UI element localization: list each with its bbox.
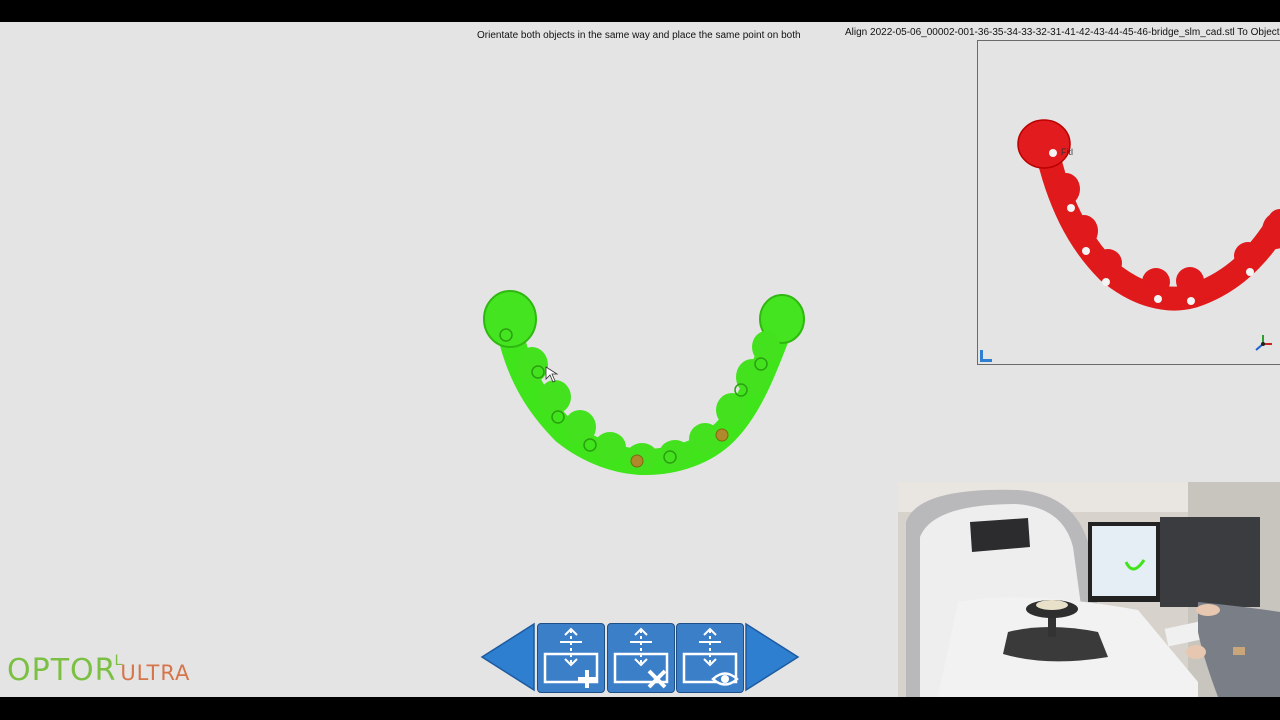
scanner-photo <box>898 482 1280 697</box>
letterbox-top <box>0 0 1280 22</box>
3d-viewport[interactable]: Orientate both objects in the same way a… <box>0 22 1280 697</box>
point-toolbar <box>480 622 802 694</box>
webcam-video-overlay <box>898 482 1280 697</box>
optor-ultra-logo: OPTORLULTRA <box>7 653 190 695</box>
align-title: Align 2022-05-06_00002-001-36-35-34-33-3… <box>845 27 1280 38</box>
point-label: Fitl <box>1061 147 1073 157</box>
green-bridge-model[interactable] <box>470 267 820 477</box>
axis-triad-icon <box>1255 335 1272 351</box>
logo-main: OPTOR <box>7 653 117 688</box>
letterbox-bottom <box>0 697 1280 720</box>
add-point-button[interactable] <box>537 623 605 693</box>
arrow-right-icon[interactable] <box>744 622 800 692</box>
add-point-icon <box>543 627 599 688</box>
reference-view-panel[interactable]: Fitl <box>977 40 1280 365</box>
logo-suffix: ULTRA <box>120 661 191 685</box>
view-point-button[interactable] <box>676 623 744 693</box>
arrow-left-icon[interactable] <box>480 622 536 692</box>
view-point-icon <box>682 627 739 686</box>
remove-point-button[interactable] <box>607 623 675 693</box>
red-reference-model[interactable] <box>978 41 1280 364</box>
remove-point-icon <box>613 627 669 689</box>
view-corner-icon <box>980 350 992 362</box>
instruction-text: Orientate both objects in the same way a… <box>477 30 801 41</box>
